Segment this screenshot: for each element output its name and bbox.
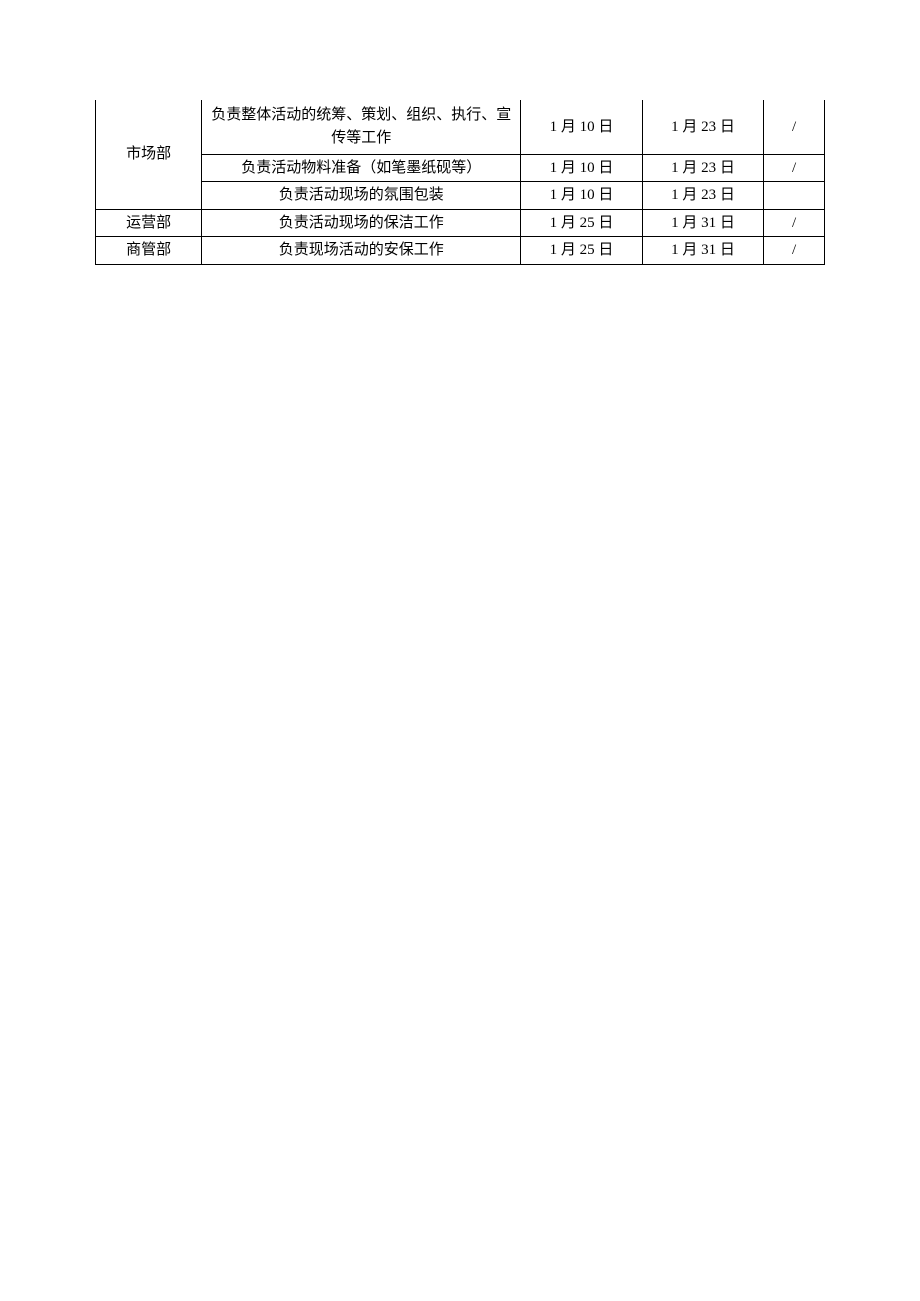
start-date-cell: 1 月 10 日	[521, 182, 642, 210]
dept-cell: 运营部	[96, 209, 202, 237]
table-row: 市场部 负责整体活动的统筹、策划、组织、执行、宣传等工作 1 月 10 日 1 …	[96, 100, 825, 154]
end-date-cell: 1 月 31 日	[642, 209, 763, 237]
task-cell: 负责整体活动的统筹、策划、组织、执行、宣传等工作	[202, 100, 521, 154]
schedule-table: 市场部 负责整体活动的统筹、策划、组织、执行、宣传等工作 1 月 10 日 1 …	[95, 100, 825, 265]
remark-cell: /	[764, 209, 825, 237]
end-date-cell: 1 月 23 日	[642, 100, 763, 154]
start-date-cell: 1 月 25 日	[521, 237, 642, 265]
end-date-cell: 1 月 23 日	[642, 182, 763, 210]
dept-cell: 市场部	[96, 100, 202, 209]
task-cell: 负责活动现场的保洁工作	[202, 209, 521, 237]
table-row: 运营部 负责活动现场的保洁工作 1 月 25 日 1 月 31 日 /	[96, 209, 825, 237]
start-date-cell: 1 月 10 日	[521, 154, 642, 182]
remark-cell: /	[764, 237, 825, 265]
remark-cell: /	[764, 100, 825, 154]
table-row: 负责活动物料准备（如笔墨纸砚等） 1 月 10 日 1 月 23 日 /	[96, 154, 825, 182]
remark-cell: /	[764, 154, 825, 182]
start-date-cell: 1 月 25 日	[521, 209, 642, 237]
table-row: 商管部 负责现场活动的安保工作 1 月 25 日 1 月 31 日 /	[96, 237, 825, 265]
remark-cell	[764, 182, 825, 210]
end-date-cell: 1 月 31 日	[642, 237, 763, 265]
table-row: 负责活动现场的氛围包装 1 月 10 日 1 月 23 日	[96, 182, 825, 210]
task-cell: 负责活动现场的氛围包装	[202, 182, 521, 210]
table-body: 市场部 负责整体活动的统筹、策划、组织、执行、宣传等工作 1 月 10 日 1 …	[96, 100, 825, 264]
end-date-cell: 1 月 23 日	[642, 154, 763, 182]
task-cell: 负责现场活动的安保工作	[202, 237, 521, 265]
start-date-cell: 1 月 10 日	[521, 100, 642, 154]
task-cell: 负责活动物料准备（如笔墨纸砚等）	[202, 154, 521, 182]
dept-cell: 商管部	[96, 237, 202, 265]
